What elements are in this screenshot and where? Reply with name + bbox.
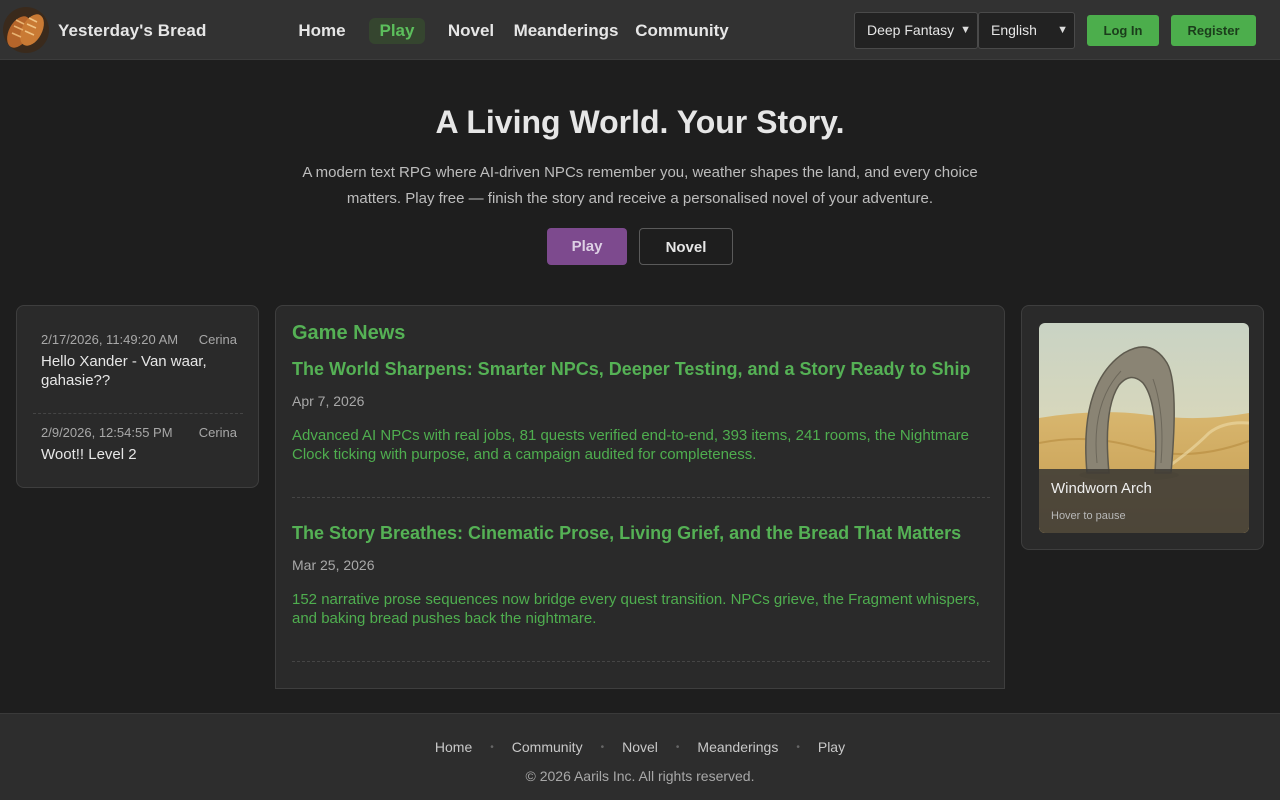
brand-name[interactable]: Yesterday's Bread (58, 21, 206, 41)
theme-select-value: Deep Fantasy (867, 22, 955, 38)
separator-dot: • (600, 742, 605, 753)
theme-select[interactable]: Deep Fantasy ▼ (854, 12, 978, 49)
chat-timestamp: 2/9/2026, 12:54:55 PM (41, 425, 173, 440)
art-card[interactable]: Windworn Arch Hover to pause (1039, 323, 1249, 533)
news-title-link[interactable]: The World Sharpens: Smarter NPCs, Deeper… (292, 356, 990, 382)
news-summary: 152 narrative prose sequences now bridge… (292, 591, 980, 627)
footer: Home • Community • Novel • Meanderings • Play © … (0, 713, 1280, 800)
footer-link-home[interactable]: Home (431, 739, 476, 755)
hero-subtitle: A modern text RPG where AI-driven NPCs r… (302, 164, 978, 207)
separator-dot: • (675, 742, 680, 753)
footer-link-community[interactable]: Community (508, 739, 587, 755)
chat-username[interactable]: Cerina (199, 331, 237, 348)
news-date: Apr 7, 2026 (292, 393, 365, 409)
art-hover-hint: Hover to pause (1051, 510, 1126, 522)
hero-title: A Living World. Your Story. (435, 104, 845, 140)
art-caption: Windworn Arch Hover to pause (1039, 469, 1249, 533)
game-news-panel: Game News The World Sharpens: Smarter NP… (275, 305, 1005, 689)
chat-message-text: Woot!! Level 2 (41, 446, 137, 463)
top-navigation-bar: Yesterday's Bread Home Play Novel Meande… (0, 0, 1280, 60)
chat-timestamp: 2/17/2026, 11:49:20 AM (41, 332, 179, 347)
nav-meanderings[interactable]: Meanderings (510, 18, 622, 44)
community-chat-panel: 2/17/2026, 11:49:20 AM Cerina Hello Xand… (16, 305, 259, 488)
nav-novel[interactable]: Novel (442, 18, 500, 44)
language-select-value: English (991, 22, 1037, 38)
nav-community[interactable]: Community (632, 18, 732, 44)
hero-play-button[interactable]: Play (547, 228, 627, 265)
chat-username[interactable]: Cerina (199, 424, 237, 441)
nav-play[interactable]: Play (369, 18, 425, 44)
news-article: The Story Breathes: Cinematic Prose, Liv… (292, 520, 990, 628)
bread-logo-icon[interactable] (2, 6, 50, 54)
footer-link-play[interactable]: Play (814, 739, 849, 755)
divider (292, 661, 990, 662)
chevron-down-icon: ▼ (960, 24, 971, 36)
nav-home[interactable]: Home (292, 18, 352, 44)
footer-link-meanderings[interactable]: Meanderings (693, 739, 782, 755)
news-summary: Advanced AI NPCs with real jobs, 81 ques… (292, 427, 970, 463)
footer-link-novel[interactable]: Novel (618, 739, 662, 755)
copyright-text: © 2026 Aarils Inc. All rights reserved. (525, 768, 755, 784)
divider (33, 413, 243, 414)
divider (292, 497, 990, 498)
news-article: The World Sharpens: Smarter NPCs, Deeper… (292, 356, 990, 464)
register-button[interactable]: Register (1171, 15, 1256, 46)
art-title: Windworn Arch (1051, 480, 1152, 497)
separator-dot: • (796, 742, 800, 753)
login-button[interactable]: Log In (1087, 15, 1159, 46)
chat-message: 2/9/2026, 12:54:55 PM Cerina Woot!! Leve… (41, 424, 237, 464)
hero-novel-button[interactable]: Novel (639, 228, 733, 265)
language-select[interactable]: English ▼ (978, 12, 1075, 49)
chat-message-text: Hello Xander - Van waar, gahasie?? (41, 353, 207, 389)
news-title-link[interactable]: The Story Breathes: Cinematic Prose, Liv… (292, 520, 990, 546)
art-showcase-panel: Windworn Arch Hover to pause (1021, 305, 1264, 550)
news-date: Mar 25, 2026 (292, 557, 375, 573)
separator-dot: • (490, 742, 494, 753)
footer-links: Home • Community • Novel • Meanderings • Play (0, 739, 1280, 755)
news-heading: Game News (292, 322, 406, 344)
chat-message: 2/17/2026, 11:49:20 AM Cerina Hello Xand… (41, 331, 237, 390)
chevron-down-icon: ▼ (1057, 24, 1068, 36)
